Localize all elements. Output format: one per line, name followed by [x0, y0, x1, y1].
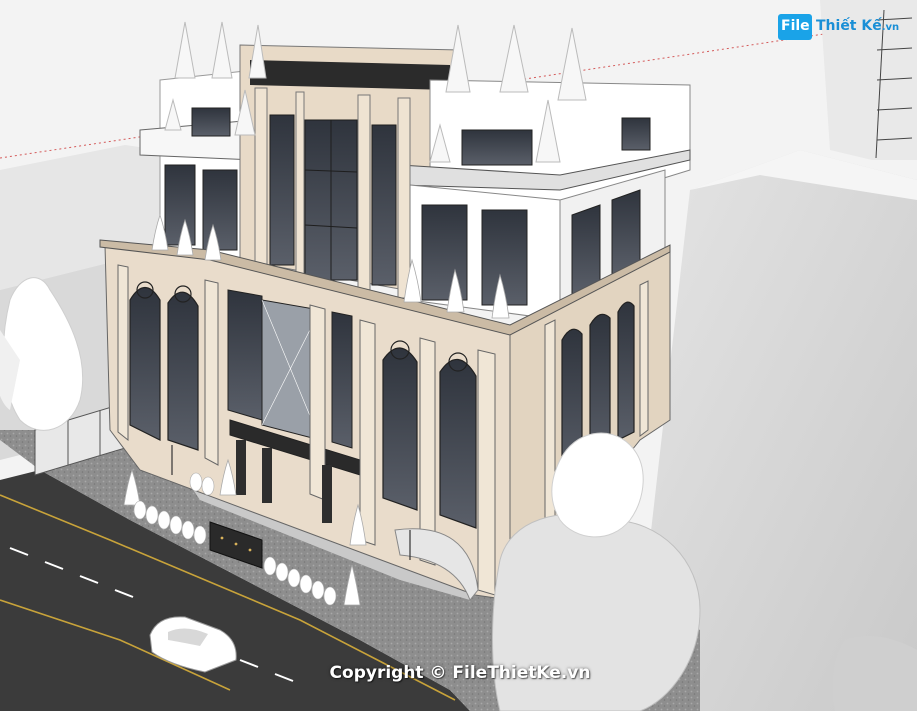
copyright-watermark: Copyright © FileThietKe.vn — [329, 663, 591, 683]
architectural-render — [0, 0, 917, 711]
render-viewport: File Thiết Kế.vn Copyright © FileThietKe… — [0, 0, 917, 711]
central-glazing — [269, 114, 397, 286]
roof-louver — [250, 60, 450, 90]
site-logo: File Thiết Kế.vn — [778, 14, 900, 40]
logo-badge: File — [778, 14, 812, 40]
logo-name: Thiết Kế.vn — [816, 18, 900, 34]
tree — [832, 635, 917, 711]
